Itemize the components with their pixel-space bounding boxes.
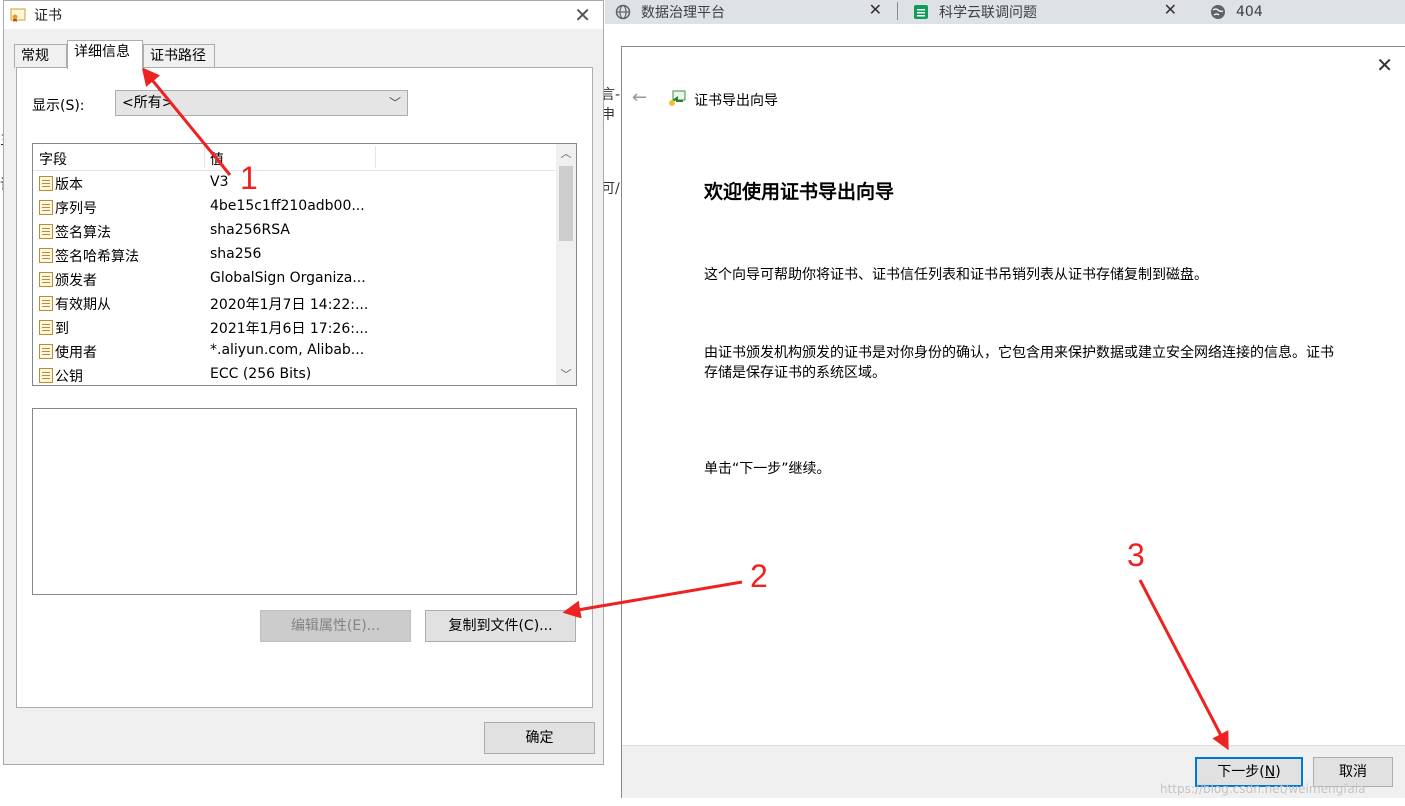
vertical-scrollbar[interactable]: ︿ ﹀: [556, 144, 576, 385]
edit-properties-button[interactable]: 编辑属性(E)...: [260, 610, 411, 642]
details-panel: 显示(S): <所有> ﹀ 字段 值 版本 V3 序列号 4be15c1ff210a…: [16, 67, 593, 708]
field-icon: [39, 320, 53, 335]
table-row[interactable]: 版本 V3: [33, 172, 556, 196]
table-row[interactable]: 使用者 *.aliyun.com, Alibab...: [33, 340, 556, 364]
globe-icon: [1211, 5, 1225, 19]
field-icon: [39, 224, 53, 239]
field-name: 序列号: [55, 201, 97, 217]
annotation-number-2: 2: [750, 558, 768, 594]
chevron-down-icon: ﹀: [388, 96, 401, 110]
ok-button[interactable]: 确定: [484, 722, 595, 754]
table-row[interactable]: 到 2021年1月6日 17:26:...: [33, 316, 556, 340]
certificate-dialog: 证书 ✕ 常规 详细信息 证书路径 显示(S): <所有> ﹀ 字段 值 版本 V…: [3, 0, 604, 765]
tab-cert-path[interactable]: 证书路径: [143, 44, 215, 68]
chevron-up-icon[interactable]: ︿: [556, 144, 576, 164]
field-value: V3: [210, 174, 229, 190]
close-icon[interactable]: ✕: [1164, 0, 1177, 19]
dialog-title: 证书: [34, 8, 62, 24]
browser-tab-title: 404: [1236, 4, 1263, 20]
browser-tab-title: 科学云联调问题: [939, 5, 1037, 21]
column-divider[interactable]: [204, 146, 205, 168]
dialog-titlebar[interactable]: 证书 ✕: [4, 1, 603, 29]
tab-general[interactable]: 常规: [14, 44, 67, 68]
field-value: ECC (256 Bits): [210, 366, 312, 382]
table-row[interactable]: 公钥 ECC (256 Bits): [33, 364, 556, 385]
browser-tab-strip: 数据治理平台 ✕ 科学云联调问题 ✕ 404: [605, 0, 1405, 24]
certificate-icon: [10, 8, 26, 22]
wizard-instruction: 单击“下一步”继续。: [704, 461, 831, 477]
field-name: 到: [55, 321, 69, 337]
chevron-down-icon[interactable]: ﹀: [556, 365, 576, 385]
next-button-label: 下一步(: [1217, 764, 1265, 780]
field-name: 颁发者: [55, 273, 97, 289]
next-button-suffix: ): [1275, 764, 1281, 780]
field-icon: [39, 248, 53, 263]
show-label: 显示(S):: [32, 98, 85, 114]
field-list[interactable]: 字段 值 版本 V3 序列号 4be15c1ff210adb00... 签名算法 sh…: [32, 143, 577, 386]
watermark: https://blog.csdn.net/weimengfaia: [1160, 782, 1366, 796]
wizard-description: 由证书颁发机构颁发的证书是对你身份的确认，它包含用来保护数据或建立安全网络连接的…: [704, 345, 1334, 381]
field-value: *.aliyun.com, Alibab...: [210, 342, 365, 358]
field-icon: [39, 368, 53, 383]
browser-tab-title: 数据治理平台: [641, 5, 725, 21]
column-divider[interactable]: [375, 146, 376, 168]
field-name: 签名哈希算法: [55, 249, 139, 265]
field-icon: [39, 296, 53, 311]
background-page: 言-申 可/: [601, 24, 622, 806]
background-text: 言-申: [601, 87, 621, 123]
table-row[interactable]: 有效期从 2020年1月7日 14:22:...: [33, 292, 556, 316]
field-name: 版本: [55, 177, 83, 193]
certificate-wizard-icon: [669, 90, 686, 106]
back-arrow-icon[interactable]: ←: [632, 87, 647, 108]
annotation-number-1: 1: [240, 160, 258, 196]
browser-tab-data-governance[interactable]: 数据治理平台 ✕: [615, 0, 890, 24]
browser-tab-science-cloud[interactable]: 科学云联调问题 ✕: [913, 0, 1185, 24]
wizard-title: 证书导出向导: [694, 93, 778, 109]
browser-tab-404[interactable]: 404: [1210, 0, 1390, 24]
field-icon: [39, 272, 53, 287]
table-row[interactable]: 序列号 4be15c1ff210adb00...: [33, 196, 556, 220]
field-value: GlobalSign Organiza...: [210, 270, 366, 286]
field-value: 2020年1月7日 14:22:...: [210, 297, 369, 313]
show-select[interactable]: <所有> ﹀: [115, 90, 408, 116]
list-header: 字段 值: [33, 144, 556, 171]
table-row[interactable]: 颁发者 GlobalSign Organiza...: [33, 268, 556, 292]
close-icon[interactable]: ✕: [869, 0, 882, 19]
cert-export-wizard: ✕ ← 证书导出向导 欢迎使用证书导出向导 这个向导可帮助你将证书、证书信任列表…: [621, 46, 1405, 798]
column-header-field[interactable]: 字段: [39, 149, 67, 169]
field-detail-box[interactable]: [32, 408, 577, 595]
wizard-heading: 欢迎使用证书导出向导: [704, 181, 895, 203]
field-name: 公钥: [55, 369, 83, 385]
table-row[interactable]: 签名哈希算法 sha256: [33, 244, 556, 268]
close-icon[interactable]: ✕: [574, 3, 591, 27]
scrollbar-thumb[interactable]: [559, 166, 573, 241]
show-select-value: <所有>: [122, 95, 174, 111]
tab-details[interactable]: 详细信息: [67, 40, 143, 69]
field-icon: [39, 176, 53, 191]
field-name: 签名算法: [55, 225, 111, 241]
field-value: 2021年1月6日 17:26:...: [210, 321, 369, 337]
field-value: sha256RSA: [210, 222, 290, 238]
field-name: 有效期从: [55, 297, 111, 313]
field-icon: [39, 200, 53, 215]
field-value: 4be15c1ff210adb00...: [210, 198, 365, 214]
copy-to-file-button[interactable]: 复制到文件(C)...: [425, 610, 576, 642]
field-value: sha256: [210, 246, 262, 262]
next-button-key: N: [1264, 764, 1276, 780]
annotation-number-3: 3: [1127, 537, 1145, 573]
column-header-value[interactable]: 值: [210, 149, 224, 169]
field-icon: [39, 344, 53, 359]
wizard-description: 这个向导可帮助你将证书、证书信任列表和证书吊销列表从证书存储复制到磁盘。: [704, 267, 1208, 283]
tab-separator: [897, 2, 898, 20]
field-name: 使用者: [55, 345, 97, 361]
table-row[interactable]: 签名算法 sha256RSA: [33, 220, 556, 244]
close-icon[interactable]: ✕: [1376, 53, 1393, 77]
globe-icon: [615, 4, 631, 20]
sheet-icon: [914, 5, 928, 19]
